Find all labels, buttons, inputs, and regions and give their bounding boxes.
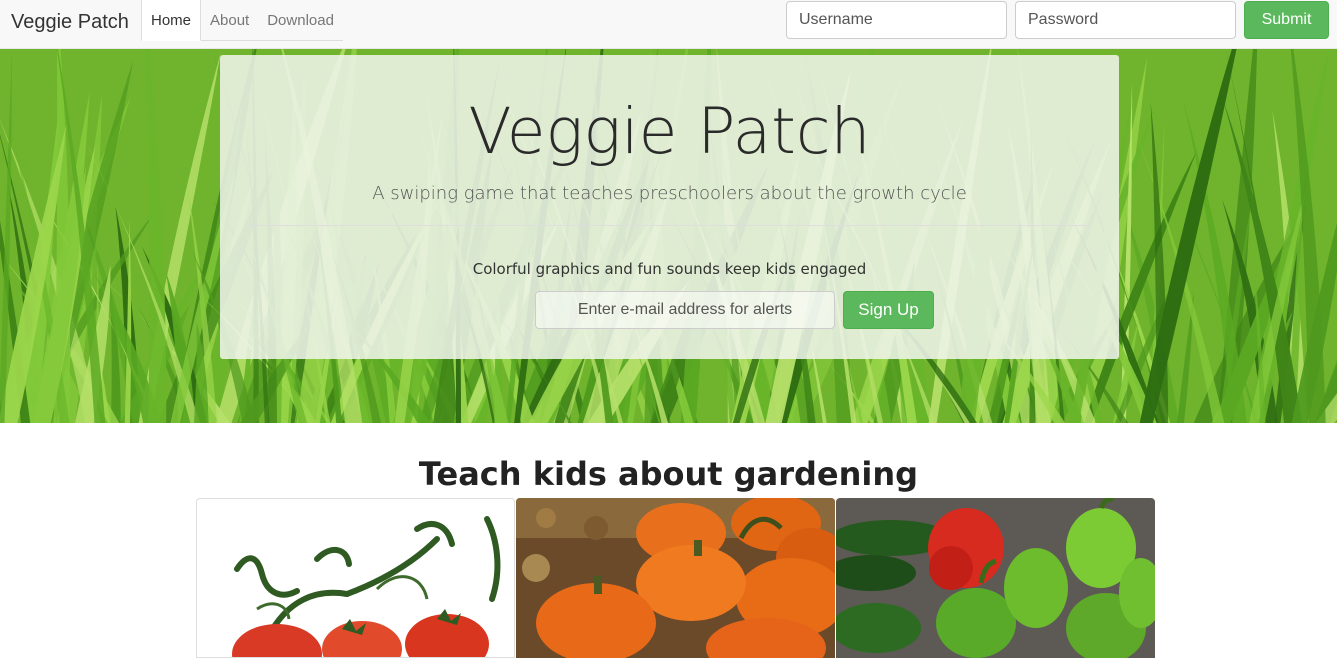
- tab-home[interactable]: Home: [141, 0, 202, 41]
- pepper-card-image: [836, 498, 1155, 658]
- top-navbar: Veggie Patch Home About Download Submit: [0, 0, 1337, 49]
- email-alert-input[interactable]: [535, 291, 835, 329]
- hero-panel: Veggie Patch A swiping game that teaches…: [220, 55, 1119, 359]
- section-title: Teach kids about gardening: [418, 455, 919, 493]
- tab-download[interactable]: Download: [258, 0, 343, 41]
- password-input[interactable]: [1015, 1, 1236, 39]
- hero-blurb: Colorful graphics and fun sounds keep ki…: [472, 260, 867, 278]
- navbar-brand[interactable]: Veggie Patch: [11, 11, 129, 34]
- hero-title: Veggie Patch: [468, 95, 871, 168]
- hero-subtitle: A swiping game that teaches preschoolers…: [372, 183, 967, 204]
- submit-button[interactable]: Submit: [1244, 1, 1329, 39]
- username-input[interactable]: [786, 1, 1007, 39]
- signup-button[interactable]: Sign Up: [843, 291, 934, 329]
- nav-tabs: Home About Download: [141, 0, 343, 41]
- hero-banner: Veggie Patch A swiping game that teaches…: [0, 49, 1337, 423]
- tomato-card-image: [196, 498, 515, 658]
- hero-divider: [250, 225, 1089, 226]
- pumpkin-card-image: [516, 498, 835, 658]
- tab-about[interactable]: About: [201, 0, 258, 41]
